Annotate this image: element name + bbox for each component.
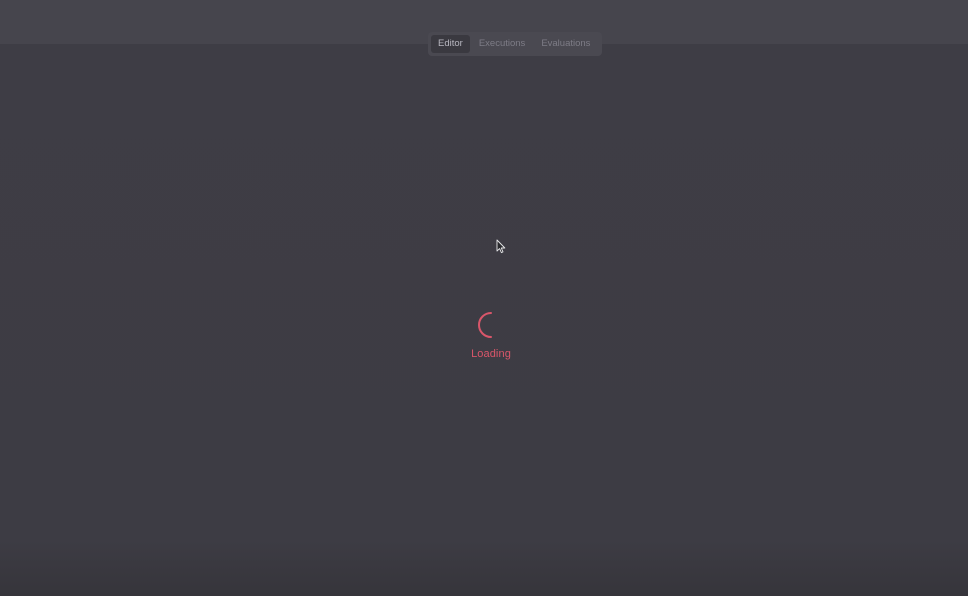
loading-text: Loading [471,348,511,360]
view-tab-switcher: Editor Executions Evaluations [428,32,602,56]
tab-executions[interactable]: Executions [472,35,532,53]
loading-indicator: Loading [456,310,526,360]
tab-evaluations[interactable]: Evaluations [534,35,597,53]
mouse-pointer-icon [496,239,506,254]
loading-spinner-icon [478,312,492,338]
tab-editor[interactable]: Editor [431,35,470,53]
app-window: Editor Executions Evaluations Loading [0,0,968,596]
